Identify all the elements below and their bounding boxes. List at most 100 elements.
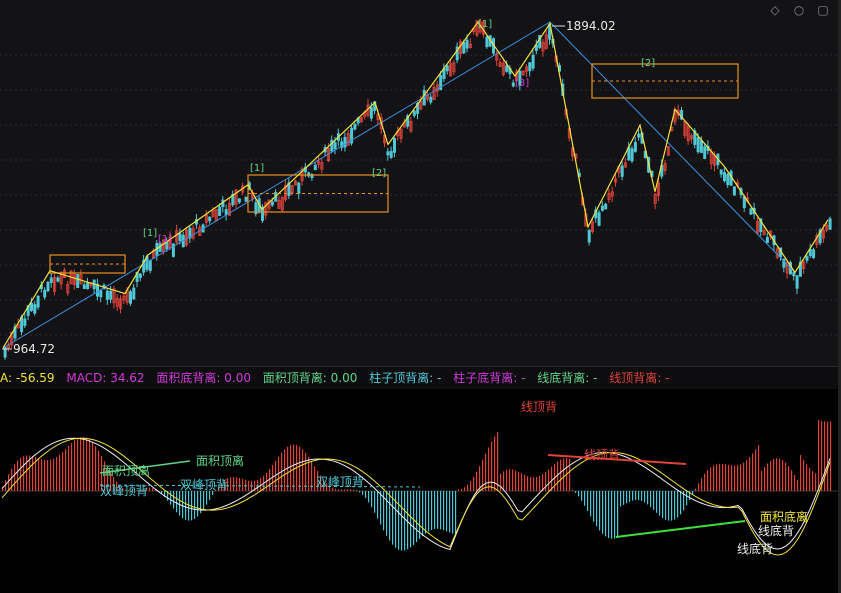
candle — [462, 42, 466, 54]
macd-histogram-bar — [62, 452, 64, 491]
macd-histogram-bar — [749, 457, 751, 491]
macd-panel[interactable]: 线顶背 线顶背 面积顶离 面积顶离 双峰顶背 双峰顶背 双峰顶背 面积底离 线底背 线底背 — [0, 389, 838, 593]
candle — [812, 249, 816, 259]
macd-histogram-bar — [803, 459, 805, 491]
macd-histogram-bar — [290, 445, 292, 491]
candle — [392, 137, 396, 153]
macd-histogram-bar — [203, 491, 205, 510]
macd-histogram-bar — [344, 489, 346, 491]
macd-histogram-bar — [353, 489, 355, 491]
candle — [805, 256, 809, 261]
legend-bar-top: 柱子顶背离: - — [369, 371, 442, 385]
candle — [587, 229, 591, 243]
macd-histogram-bar — [170, 491, 172, 505]
macd-histogram-bar — [233, 476, 235, 491]
macd-histogram-bar — [173, 491, 175, 509]
candle — [76, 274, 80, 288]
candle — [343, 136, 347, 148]
macd-histogram-bar — [92, 442, 94, 491]
macd-chart[interactable]: 线顶背线顶背面积顶离面积顶离双峰顶背 双峰顶背 双峰顶背面积底离线底背线底背 — [0, 389, 838, 593]
macd-histogram-bar — [713, 465, 715, 491]
macd-histogram-bar — [371, 491, 373, 508]
candle — [297, 182, 301, 194]
macd-histogram-bar — [791, 470, 793, 491]
macd-histogram-bar — [410, 491, 412, 548]
macd-histogram-bar — [668, 491, 670, 521]
macd-histogram-bar — [152, 488, 154, 491]
macd-histogram-bar — [509, 469, 511, 491]
macd-histogram-bar — [440, 491, 442, 530]
macd-histogram-bar — [83, 436, 85, 491]
candle — [369, 107, 373, 119]
price-panel[interactable]: [1] [1] [1] [2] [1] [3] [2] 1894.02 964.72 ◇ ○ ▢ — [0, 0, 838, 366]
macd-histogram-bar — [71, 443, 73, 491]
macd-histogram-bar — [446, 491, 448, 532]
macd-histogram-bar — [605, 491, 607, 537]
macd-histogram-bar — [641, 491, 643, 501]
macd-histogram-bar — [806, 464, 808, 491]
macd-histogram-bar — [518, 471, 520, 491]
candle — [485, 36, 489, 48]
macd-histogram-bar — [725, 464, 727, 491]
macd-histogram-bar — [53, 458, 55, 491]
candle — [82, 284, 86, 289]
candle — [208, 216, 212, 222]
macd-histogram-bar — [236, 477, 238, 491]
window-controls: ◇ ○ ▢ — [768, 3, 830, 17]
square-icon[interactable]: ▢ — [816, 3, 830, 17]
candle — [132, 287, 136, 300]
macd-histogram-bar — [374, 491, 376, 513]
macd-histogram-bar — [785, 462, 787, 491]
macd-histogram-bar — [653, 491, 655, 510]
macd-histogram-bar — [686, 491, 688, 506]
candle — [218, 206, 222, 216]
macd-histogram-bar — [41, 459, 43, 491]
macd-histogram-bar — [788, 466, 790, 491]
macd-histogram-bar — [680, 491, 682, 515]
indicator-legend: A: -56.59 MACD: 34.62 面积底背离: 0.00 面积顶背离:… — [0, 366, 838, 390]
candle — [148, 260, 152, 271]
macd-histogram-bar — [395, 491, 397, 548]
candle — [86, 282, 90, 290]
macd-histogram-bar — [461, 488, 463, 491]
macd-histogram-bar — [587, 491, 589, 511]
macd-histogram-bar — [365, 491, 367, 499]
candle — [792, 272, 796, 277]
candle — [597, 212, 601, 226]
macd-histogram-bar — [830, 421, 832, 491]
macd-histogram-bar — [758, 445, 760, 491]
candle — [105, 290, 109, 300]
macd-histogram-bar — [578, 491, 580, 497]
macd-histogram-bar — [596, 491, 598, 527]
macd-histogram-bar — [503, 471, 505, 491]
macd-histogram-bar — [389, 491, 391, 541]
macd-histogram-bar — [368, 491, 370, 503]
diamond-icon[interactable]: ◇ — [768, 3, 782, 17]
macd-histogram-bar — [608, 491, 610, 539]
candle — [429, 96, 433, 103]
circle-icon[interactable]: ○ — [792, 3, 806, 17]
macd-histogram-bar — [185, 491, 187, 520]
candle — [49, 277, 53, 283]
candle — [465, 39, 469, 49]
macd-histogram-bar — [815, 473, 817, 491]
macd-histogram-bar — [491, 441, 493, 491]
macd-histogram-bar — [80, 437, 82, 491]
candle — [726, 174, 730, 185]
macd-histogram-bar — [380, 491, 382, 525]
candle — [237, 198, 241, 203]
candle — [630, 148, 634, 162]
price-chart[interactable]: [1][1][1] [2][1][3][2]1894.02964.72 — [0, 0, 838, 366]
divergence-label: 面积顶离 — [196, 453, 244, 468]
macd-histogram-bar — [77, 438, 79, 491]
macd-histogram-bar — [707, 470, 709, 491]
macd-histogram-bar — [527, 476, 529, 491]
macd-histogram-bar — [230, 477, 232, 491]
divergence-line — [615, 520, 746, 538]
macd-histogram-bar — [197, 491, 199, 517]
macd-histogram-bar — [302, 449, 304, 491]
macd-histogram-bar — [698, 483, 700, 491]
macd-histogram-bar — [500, 473, 502, 491]
candle — [732, 186, 736, 196]
macd-histogram-bar — [620, 491, 622, 507]
